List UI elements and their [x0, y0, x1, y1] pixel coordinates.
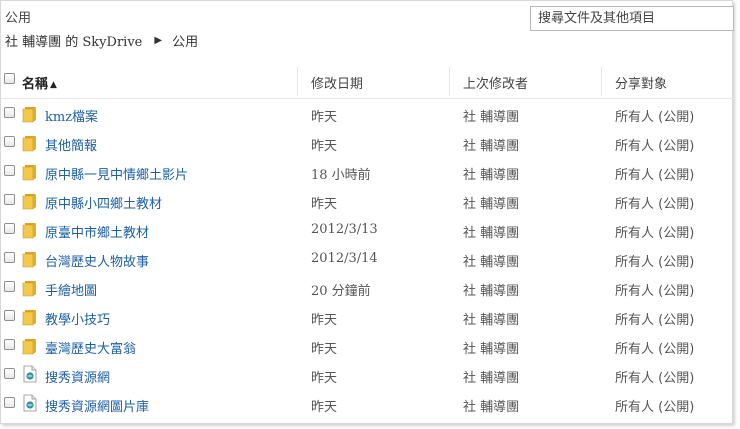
row-checkbox[interactable] [4, 252, 15, 263]
item-shared-with: 所有人 (公開) [615, 168, 695, 183]
web-link-icon [23, 365, 37, 383]
item-shared-with: 所有人 (公開) [615, 342, 695, 357]
item-modified-by: 社 輔導團 [463, 400, 520, 415]
table-row[interactable]: 原臺中市鄉土教材 2012/3/13 社 輔導團 所有人 (公開) [1, 215, 734, 244]
item-modified-date: 昨天 [311, 342, 338, 357]
folder-icon [22, 337, 38, 355]
folder-icon [22, 192, 38, 210]
item-name-link[interactable]: 臺灣歷史大富翁 [45, 338, 136, 357]
item-modified-by: 社 輔導團 [463, 139, 520, 154]
column-header-modified[interactable]: 修改日期 [311, 73, 363, 92]
row-checkbox[interactable] [4, 136, 15, 147]
table-row[interactable]: 搜秀資源網圖片庫 昨天 社 輔導團 所有人 (公開) [1, 389, 734, 418]
item-modified-date: 18 小時前 [311, 168, 371, 183]
item-modified-date: 昨天 [311, 197, 338, 212]
item-modified-by: 社 輔導團 [463, 226, 520, 241]
item-shared-with: 所有人 (公開) [615, 313, 695, 328]
row-checkbox[interactable] [4, 339, 15, 350]
table-row[interactable]: 教學小技巧 昨天 社 輔導團 所有人 (公開) [1, 302, 734, 331]
item-modified-date: 昨天 [311, 139, 338, 154]
item-name-link[interactable]: 搜秀資源網 [45, 367, 110, 386]
table-row[interactable]: 臺灣歷史大富翁 昨天 社 輔導團 所有人 (公開) [1, 331, 734, 360]
column-divider [601, 67, 602, 96]
file-table: 名稱 ▲ 修改日期 上次修改者 分享對象 kmz檔案 昨天社 輔導團 所有人 (公開)… [1, 65, 734, 418]
item-modified-by: 社 輔導團 [463, 197, 520, 212]
item-modified-by: 社 輔導團 [463, 371, 520, 386]
row-checkbox[interactable] [4, 165, 15, 176]
item-name-link[interactable]: kmz檔案 [45, 106, 98, 125]
item-modified-by: 社 輔導團 [463, 110, 520, 125]
item-modified-by: 社 輔導團 [463, 255, 520, 270]
item-modified-date: 昨天 [311, 313, 338, 328]
item-modified-date: 昨天 [311, 371, 338, 386]
row-checkbox[interactable] [4, 310, 15, 321]
item-modified-by: 社 輔導團 [463, 284, 520, 299]
column-header-shared-with[interactable]: 分享對象 [615, 73, 667, 92]
item-shared-with: 所有人 (公開) [615, 226, 695, 241]
table-row[interactable]: 原中縣小四鄉土教材 昨天 社 輔導團 所有人 (公開) [1, 186, 734, 215]
item-name-link[interactable]: 原中縣小四鄉土教材 [45, 193, 162, 212]
column-divider [297, 67, 298, 96]
item-shared-with: 所有人 (公開) [615, 284, 695, 299]
row-checkbox[interactable] [4, 223, 15, 234]
folder-icon [22, 134, 38, 152]
folder-icon [22, 250, 38, 268]
item-shared-with: 所有人 (公開) [615, 371, 695, 386]
folder-icon [22, 221, 38, 239]
item-modified-date: 2012/3/14 [311, 251, 378, 266]
item-modified-by: 社 輔導團 [463, 342, 520, 357]
table-row[interactable]: 其他簡報 昨天 社 輔導團 所有人 (公開) [1, 128, 734, 157]
item-name-link[interactable]: 原臺中市鄉土教材 [45, 222, 149, 241]
item-modified-by: 社 輔導團 [463, 313, 520, 328]
file-list: kmz檔案 昨天社 輔導團 所有人 (公開) 其他簡報 昨天社 輔導團 所有人 (公開) 原… [1, 99, 734, 418]
item-name-link[interactable]: 台灣歷史人物故事 [45, 251, 149, 270]
window-frame: 公用 社 輔導團 的 SkyDrive ▶ 公用 名稱▲ 修改日期 上次修改者 … [0, 0, 734, 424]
item-modified-by: 社 輔導團 [463, 168, 520, 183]
search-input[interactable] [530, 6, 734, 31]
item-modified-date: 2012/3/13 [311, 222, 378, 237]
item-name-link[interactable]: 教學小技巧 [45, 309, 110, 328]
folder-icon [22, 105, 38, 123]
breadcrumb-current: 公用 [172, 35, 199, 50]
page-title: 公用 [5, 11, 32, 26]
table-row[interactable]: 手繪地圖 20 分鐘前 社 輔導團 所有人 (公開) [1, 273, 734, 302]
row-checkbox[interactable] [4, 107, 15, 118]
table-row[interactable]: 搜秀資源網 昨天 社 輔導團 所有人 (公開) [1, 360, 734, 389]
item-shared-with: 所有人 (公開) [615, 110, 695, 125]
folder-icon [22, 279, 38, 297]
item-shared-with: 所有人 (公開) [615, 197, 695, 212]
item-modified-date: 20 分鐘前 [311, 284, 371, 299]
row-checkbox[interactable] [4, 281, 15, 292]
breadcrumb-owner-link[interactable]: 社 輔導團 的 SkyDrive [5, 31, 142, 50]
column-header-name[interactable]: 名稱 ▲ [22, 73, 57, 92]
select-all-checkbox[interactable] [4, 73, 15, 84]
table-header: 名稱 ▲ 修改日期 上次修改者 分享對象 [1, 65, 734, 99]
breadcrumb: 社 輔導團 的 SkyDrive ▶ 公用 [5, 31, 198, 50]
web-link-icon [23, 394, 37, 412]
item-name-link[interactable]: 搜秀資源網圖片庫 [45, 396, 149, 415]
item-name-link[interactable]: 其他簡報 [45, 135, 97, 154]
sort-ascending-icon: ▲ [50, 80, 57, 90]
table-row[interactable]: 台灣歷史人物故事 2012/3/14 社 輔導團 所有人 (公開) [1, 244, 734, 273]
column-header-modified-by[interactable]: 上次修改者 [463, 73, 528, 92]
folder-icon [22, 308, 38, 326]
item-modified-date: 昨天 [311, 400, 338, 415]
item-name-link[interactable]: 手繪地圖 [45, 280, 97, 299]
table-row[interactable]: 原中縣一見中情鄉土影片 18 小時前 社 輔導團 所有人 (公開) [1, 157, 734, 186]
item-shared-with: 所有人 (公開) [615, 139, 695, 154]
column-divider [449, 67, 450, 96]
item-name-link[interactable]: 原中縣一見中情鄉土影片 [45, 164, 188, 183]
row-checkbox[interactable] [4, 194, 15, 205]
breadcrumb-separator-icon: ▶ [154, 35, 163, 46]
folder-icon [22, 163, 38, 181]
table-row[interactable]: kmz檔案 昨天 社 輔導團 所有人 (公開) [1, 99, 734, 128]
row-checkbox[interactable] [4, 397, 15, 408]
item-modified-date: 昨天 [311, 110, 338, 125]
item-shared-with: 所有人 (公開) [615, 255, 695, 270]
item-shared-with: 所有人 (公開) [615, 400, 695, 415]
row-checkbox[interactable] [4, 368, 15, 379]
